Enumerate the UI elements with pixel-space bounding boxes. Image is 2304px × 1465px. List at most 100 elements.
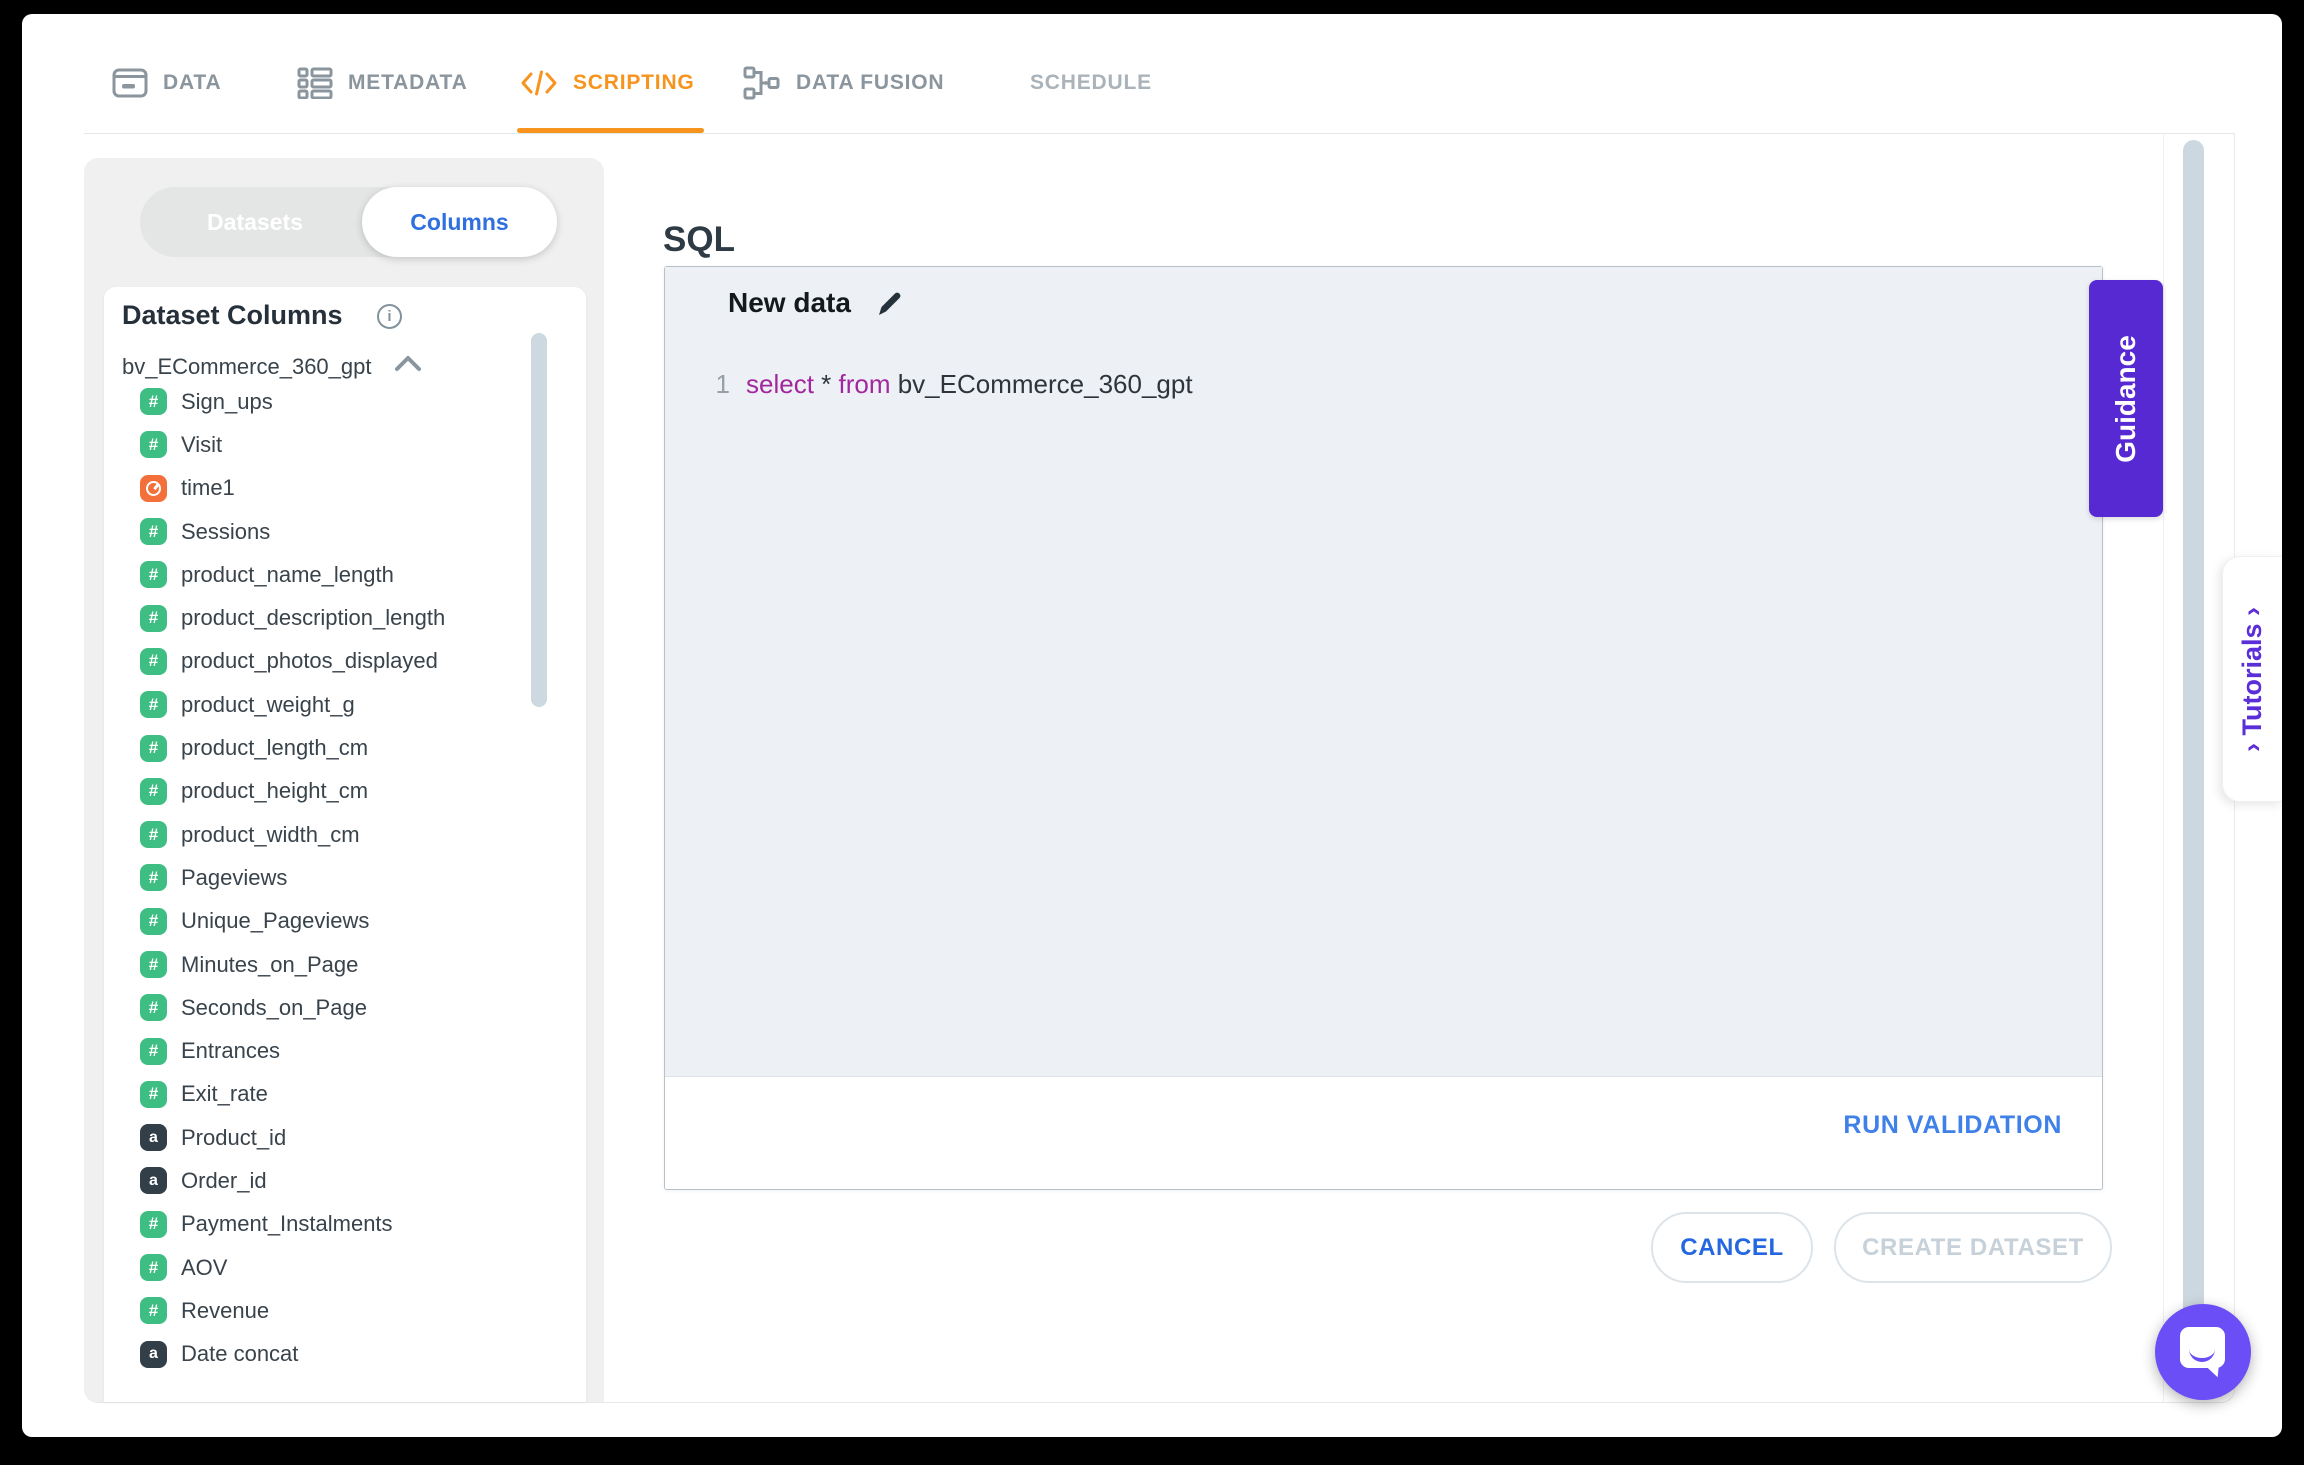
column-type-icon bbox=[140, 1124, 167, 1151]
column-list-item[interactable]: product_photos_displayed bbox=[140, 640, 540, 683]
column-name: Order_id bbox=[181, 1168, 267, 1194]
chat-launcher-button[interactable] bbox=[2155, 1304, 2251, 1400]
column-list-item[interactable]: Payment_Instalments bbox=[140, 1203, 540, 1246]
column-type-icon bbox=[140, 691, 167, 718]
column-name: product_photos_displayed bbox=[181, 648, 438, 674]
column-name: product_length_cm bbox=[181, 735, 368, 761]
column-list-item[interactable]: time1 bbox=[140, 467, 540, 510]
code-brackets-icon bbox=[520, 67, 558, 99]
flow-merge-icon bbox=[743, 66, 781, 100]
column-name: Seconds_on_Page bbox=[181, 995, 367, 1021]
column-list-item[interactable]: Product_id bbox=[140, 1116, 540, 1159]
column-type-icon bbox=[140, 994, 167, 1021]
column-name: product_description_length bbox=[181, 605, 445, 631]
column-name: Entrances bbox=[181, 1038, 280, 1064]
column-type-icon bbox=[140, 475, 167, 502]
column-type-icon bbox=[140, 864, 167, 891]
column-list-item[interactable]: Unique_Pageviews bbox=[140, 900, 540, 943]
content-right-border bbox=[2163, 134, 2164, 1402]
datasets-columns-toggle: Datasets Columns bbox=[140, 187, 557, 257]
column-type-icon bbox=[140, 1211, 167, 1238]
page-scrollbar[interactable] bbox=[2183, 140, 2204, 1396]
sql-star: * bbox=[814, 369, 839, 400]
column-list-item[interactable]: product_length_cm bbox=[140, 726, 540, 769]
cancel-button[interactable]: CANCEL bbox=[1651, 1212, 1813, 1283]
chat-bubble-tail bbox=[2206, 1363, 2223, 1380]
tutorials-tab-label: › Tutorials › bbox=[2237, 607, 2268, 752]
column-list-item[interactable]: Date concat bbox=[140, 1333, 540, 1376]
run-validation-button[interactable]: RUN VALIDATION bbox=[1843, 1111, 2062, 1140]
column-name: Payment_Instalments bbox=[181, 1211, 393, 1237]
column-list-item[interactable]: Pageviews bbox=[140, 856, 540, 899]
tutorials-tab[interactable]: › Tutorials › bbox=[2222, 556, 2282, 802]
chevron-up-icon[interactable] bbox=[394, 354, 422, 379]
dataset-group-row[interactable]: bv_ECommerce_360_gpt bbox=[122, 352, 562, 382]
toggle-option-columns[interactable]: Columns bbox=[362, 187, 557, 257]
column-list-item[interactable]: Exit_rate bbox=[140, 1073, 540, 1116]
column-name: product_height_cm bbox=[181, 778, 368, 804]
column-name: Unique_Pageviews bbox=[181, 908, 369, 934]
column-type-icon bbox=[140, 431, 167, 458]
column-list-item[interactable]: Seconds_on_Page bbox=[140, 986, 540, 1029]
column-type-icon bbox=[140, 1038, 167, 1065]
column-type-icon bbox=[140, 605, 167, 632]
column-type-icon bbox=[140, 518, 167, 545]
code-line-1[interactable]: 1 select * from bv_ECommerce_360_gpt bbox=[703, 369, 1193, 400]
column-name: time1 bbox=[181, 475, 235, 501]
column-name: Pageviews bbox=[181, 865, 287, 891]
column-name: Exit_rate bbox=[181, 1081, 268, 1107]
edit-pencil-icon[interactable] bbox=[875, 288, 905, 318]
column-name: Product_id bbox=[181, 1125, 286, 1151]
sql-table-name: bv_ECommerce_360_gpt bbox=[891, 369, 1193, 400]
tab-scripting[interactable]: SCRIPTING bbox=[520, 58, 695, 108]
column-list-item[interactable]: AOV bbox=[140, 1246, 540, 1289]
column-list-item[interactable]: Order_id bbox=[140, 1159, 540, 1202]
column-type-icon bbox=[140, 821, 167, 848]
tab-schedule[interactable]: SCHEDULE bbox=[1030, 58, 1152, 108]
editor-title: New data bbox=[728, 287, 851, 319]
metadata-tab-icon bbox=[297, 67, 333, 99]
tab-metadata[interactable]: METADATA bbox=[297, 58, 468, 108]
column-name: Sessions bbox=[181, 519, 270, 545]
column-list-item[interactable]: product_weight_g bbox=[140, 683, 540, 726]
column-name: product_weight_g bbox=[181, 692, 355, 718]
column-type-icon bbox=[140, 1081, 167, 1108]
dataset-columns-title: Dataset Columns bbox=[122, 300, 343, 331]
column-type-icon bbox=[140, 778, 167, 805]
toggle-option-datasets[interactable]: Datasets bbox=[140, 187, 370, 257]
sql-editor: New data 1 select * from bv_ECommerce_36… bbox=[664, 266, 2103, 1190]
column-type-icon bbox=[140, 1341, 167, 1368]
column-list-item[interactable]: product_height_cm bbox=[140, 770, 540, 813]
create-dataset-button[interactable]: CREATE DATASET bbox=[1834, 1212, 2112, 1283]
column-name: product_name_length bbox=[181, 562, 394, 588]
column-list-item[interactable]: Sign_ups bbox=[140, 380, 540, 423]
column-list-item[interactable]: Entrances bbox=[140, 1029, 540, 1072]
column-list-scrollbar[interactable] bbox=[531, 333, 547, 707]
sql-keyword-select: select bbox=[746, 369, 814, 400]
tab-schedule-label: SCHEDULE bbox=[1030, 71, 1152, 95]
tab-scripting-label: SCRIPTING bbox=[573, 71, 695, 95]
column-name: Date concat bbox=[181, 1341, 298, 1367]
column-list-item[interactable]: Visit bbox=[140, 423, 540, 466]
tab-data[interactable]: DATA bbox=[112, 58, 221, 108]
info-icon[interactable]: i bbox=[377, 304, 402, 329]
column-list-item[interactable]: Minutes_on_Page bbox=[140, 943, 540, 986]
column-type-icon bbox=[140, 1297, 167, 1324]
column-type-icon bbox=[140, 1254, 167, 1281]
guidance-tab[interactable]: Guidance bbox=[2089, 280, 2163, 517]
sql-keyword-from: from bbox=[839, 369, 891, 400]
column-type-icon bbox=[140, 388, 167, 415]
tab-data-fusion[interactable]: DATA FUSION bbox=[743, 58, 944, 108]
editor-footer: RUN VALIDATION bbox=[665, 1077, 2102, 1188]
column-type-icon bbox=[140, 951, 167, 978]
guidance-tab-label: Guidance bbox=[2110, 335, 2142, 463]
column-list-item[interactable]: product_name_length bbox=[140, 553, 540, 596]
column-list-item[interactable]: product_width_cm bbox=[140, 813, 540, 856]
tab-data-label: DATA bbox=[163, 71, 221, 95]
column-name: AOV bbox=[181, 1255, 227, 1281]
column-list-item[interactable]: product_description_length bbox=[140, 596, 540, 639]
line-number: 1 bbox=[703, 369, 730, 400]
column-list-item[interactable]: Revenue bbox=[140, 1289, 540, 1332]
column-name: Visit bbox=[181, 432, 222, 458]
column-list-item[interactable]: Sessions bbox=[140, 510, 540, 553]
